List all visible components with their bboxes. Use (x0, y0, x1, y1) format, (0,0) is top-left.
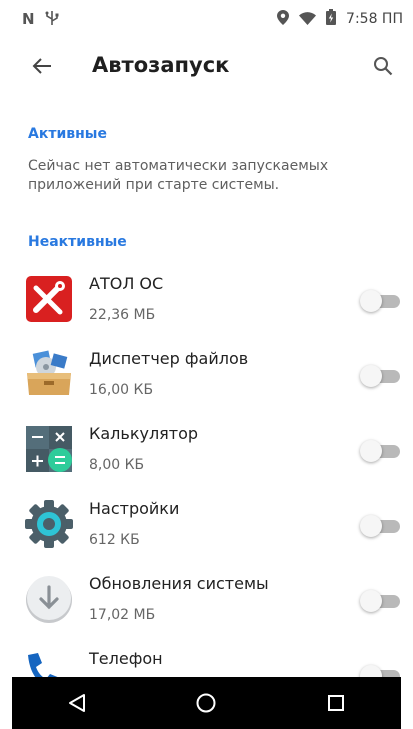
back-button[interactable] (26, 50, 58, 82)
location-icon (277, 9, 290, 29)
app-name: Диспетчер файлов (89, 349, 249, 368)
app-bar: Автозапуск (0, 38, 413, 96)
autostart-toggle[interactable] (360, 440, 400, 462)
nav-back-button[interactable] (57, 683, 97, 723)
status-bar: N 7:58 ПП (0, 0, 413, 38)
app-size: 22,36 МБ (89, 307, 156, 323)
home-circle-icon (196, 693, 216, 713)
app-name: Обновления системы (89, 574, 269, 593)
system-update-icon (24, 574, 74, 624)
atol-tools-icon (24, 274, 74, 324)
app-list: АТОЛ ОС 22,36 МБ Диспетчер файлов 16,00 … (0, 264, 413, 714)
battery-icon (326, 9, 337, 29)
nav-home-button[interactable] (186, 683, 226, 723)
wifi-icon (299, 10, 317, 29)
autostart-screen: N 7:58 ПП Автозапуск Активные Сейчас нет… (0, 0, 413, 729)
empty-autostart-message: Сейчас нет автоматически запускаемых при… (28, 158, 329, 193)
section-header-inactive: Неактивные (28, 234, 127, 250)
nav-recents-button[interactable] (316, 683, 356, 723)
recents-square-icon (328, 695, 345, 711)
app-size: 16,00 КБ (89, 382, 154, 398)
page-title: Автозапуск (92, 53, 230, 77)
search-icon (374, 57, 393, 76)
file-manager-icon (24, 349, 74, 399)
app-row-system-update[interactable]: Обновления системы 17,02 МБ (0, 564, 413, 639)
usb-icon (45, 10, 59, 29)
navigation-bar (12, 677, 401, 729)
autostart-toggle[interactable] (360, 365, 400, 387)
calculator-icon (24, 424, 74, 474)
back-triangle-icon (68, 694, 85, 712)
arrow-left-icon (32, 58, 51, 74)
app-row-settings[interactable]: Настройки 612 КБ (0, 489, 413, 564)
app-name: Телефон (89, 649, 163, 668)
app-size: 8,00 КБ (89, 457, 145, 473)
settings-gear-icon (24, 499, 74, 549)
autostart-toggle[interactable] (360, 290, 400, 312)
search-button[interactable] (367, 50, 399, 82)
status-time: 7:58 ПП (346, 11, 403, 27)
app-row-file-manager[interactable]: Диспетчер файлов 16,00 КБ (0, 339, 413, 414)
app-name: Калькулятор (89, 424, 199, 443)
app-size: 612 КБ (89, 532, 140, 548)
app-row-calculator[interactable]: Калькулятор 8,00 КБ (0, 414, 413, 489)
section-header-active: Активные (28, 126, 107, 142)
app-row-atol[interactable]: АТОЛ ОС 22,36 МБ (0, 264, 413, 339)
autostart-toggle[interactable] (360, 590, 400, 612)
n-icon: N (22, 9, 35, 28)
app-name: АТОЛ ОС (89, 274, 164, 293)
app-size: 17,02 МБ (89, 607, 156, 623)
autostart-toggle[interactable] (360, 515, 400, 537)
app-name: Настройки (89, 499, 180, 518)
